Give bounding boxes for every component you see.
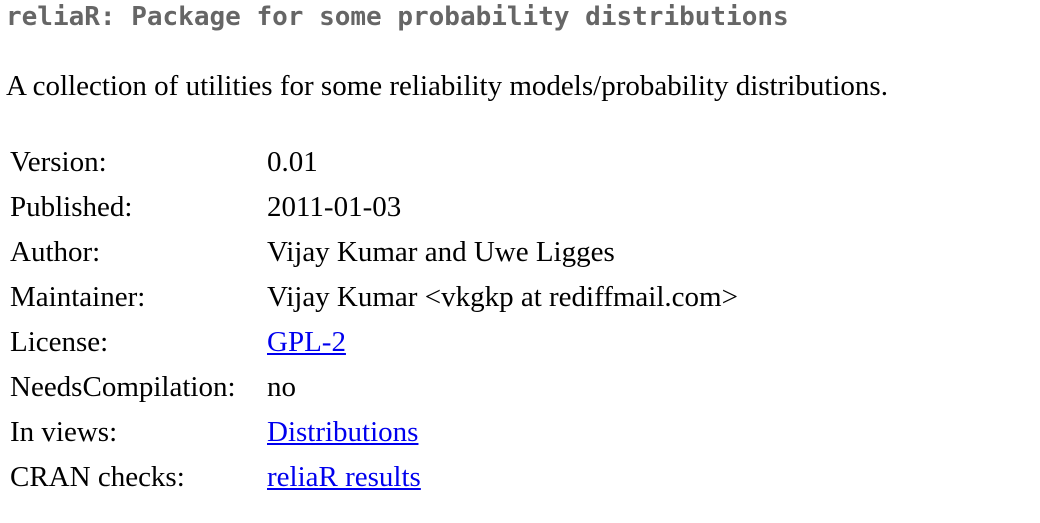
in-views-link[interactable]: Distributions [267,416,418,448]
metadata-row-license: License: GPL-2 [10,320,738,365]
cran-checks-link[interactable]: reliaR results [267,461,421,493]
license-link[interactable]: GPL-2 [267,326,346,358]
published-value: 2011-01-03 [267,191,402,223]
cran-checks-label: CRAN checks: [10,461,185,493]
metadata-row-maintainer: Maintainer: Vijay Kumar <vkgkp at rediff… [10,275,738,320]
metadata-row-in-views: In views: Distributions [10,410,738,455]
license-cell: GPL-2 [267,320,738,365]
maintainer-label: Maintainer: [10,281,146,313]
metadata-row-author: Author: Vijay Kumar and Uwe Ligges [10,230,738,275]
in-views-label: In views: [10,416,118,448]
metadata-row-published: Published: 2011-01-03 [10,185,738,230]
in-views-cell: Distributions [267,410,738,455]
package-description: A collection of utilities for some relia… [6,70,888,102]
metadata-row-cran-checks: CRAN checks: reliaR results [10,455,738,500]
metadata-row-needs-compilation: NeedsCompilation: no [10,365,738,410]
needs-compilation-value: no [267,371,296,403]
published-label: Published: [10,191,133,223]
maintainer-value: Vijay Kumar <vkgkp at rediffmail.com> [267,281,738,313]
needs-compilation-label: NeedsCompilation: [10,371,236,403]
page-title: reliaR: Package for some probability dis… [6,2,789,32]
author-value: Vijay Kumar and Uwe Ligges [267,236,615,268]
author-label: Author: [10,236,101,268]
license-label: License: [10,326,109,358]
package-metadata-table: Version: 0.01 Published: 2011-01-03 Auth… [10,140,738,500]
cran-checks-cell: reliaR results [267,455,738,500]
version-label: Version: [10,146,107,178]
metadata-row-version: Version: 0.01 [10,140,738,185]
version-value: 0.01 [267,146,318,178]
